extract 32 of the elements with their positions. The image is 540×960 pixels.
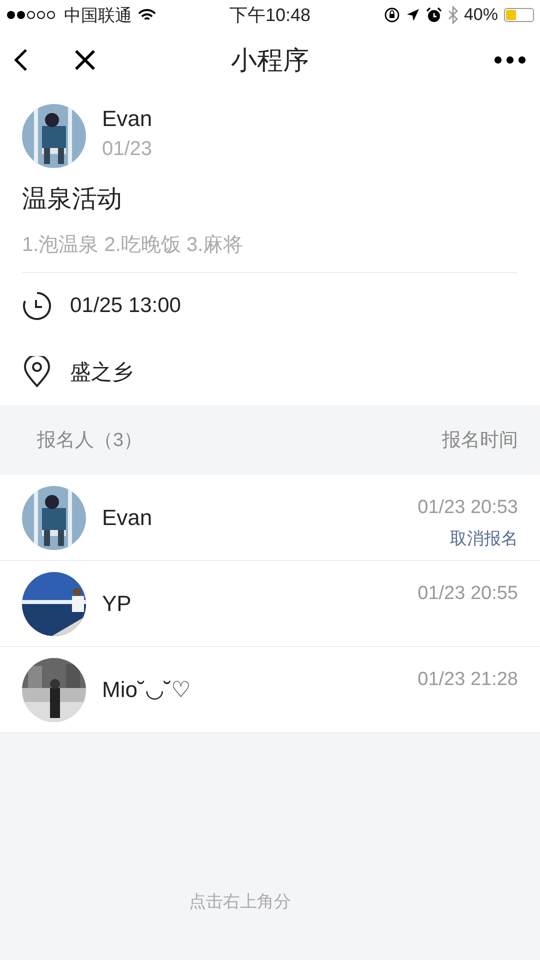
event-title: 温泉活动 [22, 184, 123, 215]
event-place: 盛之乡 [70, 360, 133, 386]
more-icon[interactable] [494, 56, 526, 64]
location-arrow-icon [406, 8, 420, 22]
post-date: 01/23 [102, 138, 152, 161]
event-time: 01/25 13:00 [70, 294, 181, 318]
participant-name: Mio˘◡˘♡ [102, 676, 192, 702]
rotation-lock-icon [384, 7, 400, 23]
clock-time: 下午10:48 [229, 4, 311, 27]
page-title: 小程序 [231, 44, 309, 76]
signup-time-header: 报名时间 [442, 429, 518, 453]
share-hint: 点击右上角分 [189, 891, 291, 913]
participant-name: Evan [102, 504, 152, 530]
alarm-clock-icon [426, 7, 442, 23]
signup-count-header: 报名人（3） [37, 429, 143, 453]
carrier-name: 中国联通 [64, 4, 132, 26]
bluetooth-icon [448, 6, 458, 24]
clock-icon [22, 291, 52, 321]
battery-percent: 40% [464, 5, 498, 25]
signup-time: 01/23 21:28 [418, 669, 518, 691]
battery-icon [504, 8, 534, 22]
signup-time: 01/23 20:53 [418, 497, 518, 519]
participant-name: YP [102, 590, 132, 616]
back-icon[interactable] [14, 48, 28, 72]
signal-icon [6, 10, 58, 20]
location-pin-icon [22, 356, 52, 388]
cancel-signup-link[interactable]: 取消报名 [450, 527, 518, 550]
signup-time: 01/23 20:55 [418, 583, 518, 605]
wifi-icon [138, 8, 156, 22]
author-name: Evan [102, 106, 152, 132]
event-description: 1.泡温泉 2.吃晚饭 3.麻将 [22, 231, 518, 273]
close-icon[interactable] [74, 49, 96, 71]
